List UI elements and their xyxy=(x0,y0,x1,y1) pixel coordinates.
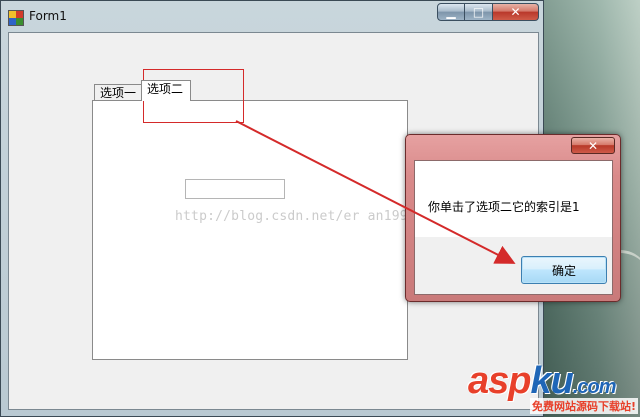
minimize-button[interactable]: ▁ xyxy=(437,3,465,21)
message-text: 你单击了选项二它的索引是1 xyxy=(428,200,580,214)
window-controls: ▁ □ ✕ xyxy=(437,3,539,23)
blog-watermark: http://blog.csdn.net/er an1992 xyxy=(175,209,416,224)
maximize-button[interactable]: □ xyxy=(465,3,493,21)
tab-option-two[interactable]: 选项二 xyxy=(141,80,191,101)
text-input[interactable] xyxy=(185,179,285,199)
window-title: Form1 xyxy=(29,9,67,23)
app-icon xyxy=(8,10,24,26)
aspku-logo: aspku.com xyxy=(468,360,617,403)
ok-button[interactable]: 确定 xyxy=(521,256,607,284)
logo-tagline: 免费网站源码下载站! xyxy=(530,398,639,414)
logo-dotcom: .com xyxy=(572,376,617,398)
tab-page xyxy=(92,100,408,360)
message-box: ✕ 你单击了选项二它的索引是1 确定 xyxy=(405,134,621,302)
close-button[interactable]: ✕ xyxy=(493,3,539,21)
form1-titlebar[interactable]: Form1 ▁ □ ✕ xyxy=(1,1,543,31)
message-box-client: 你单击了选项二它的索引是1 确定 xyxy=(414,160,613,295)
message-box-close-button[interactable]: ✕ xyxy=(571,137,615,154)
logo-asp: asp xyxy=(468,360,531,402)
tab-option-one[interactable]: 选项一 xyxy=(94,84,142,101)
logo-ku: ku xyxy=(530,360,573,402)
